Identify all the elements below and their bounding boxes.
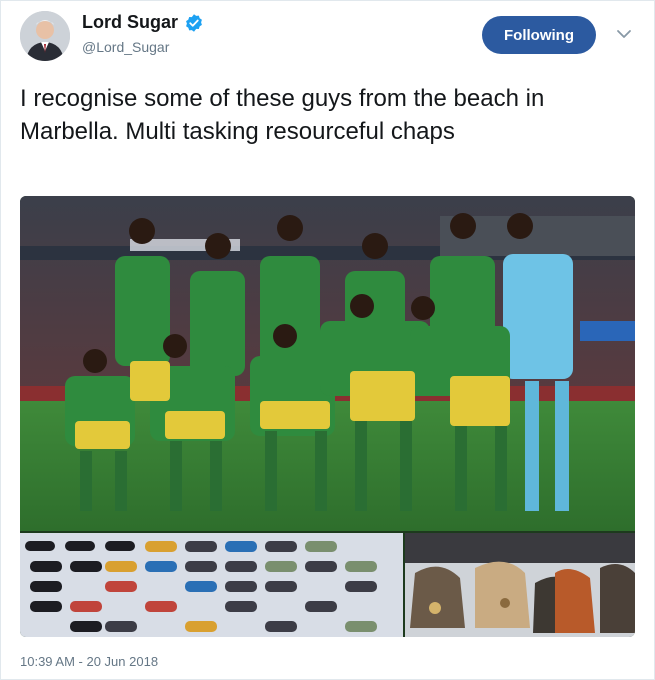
media-grid [20, 196, 635, 637]
tweet-text: I recognise some of these guys from the … [20, 85, 545, 145]
user-avatar-icon [20, 11, 70, 61]
sunglasses-photo[interactable] [20, 533, 403, 637]
user-handle[interactable]: @Lord_Sugar [82, 39, 169, 55]
verified-badge-icon [186, 13, 202, 32]
team-photo[interactable] [20, 196, 635, 531]
avatar[interactable] [20, 11, 70, 61]
display-name[interactable]: Lord Sugar [82, 12, 178, 33]
following-button[interactable]: Following [482, 16, 596, 54]
handbags-photo[interactable] [405, 533, 635, 637]
author-name-row: Lord Sugar [82, 12, 204, 33]
tweet-card: Lord Sugar @Lord_Sugar Following I recog… [0, 0, 655, 680]
chevron-down-icon[interactable] [615, 25, 633, 43]
tweet-timestamp[interactable]: 10:39 AM - 20 Jun 2018 [20, 654, 158, 669]
